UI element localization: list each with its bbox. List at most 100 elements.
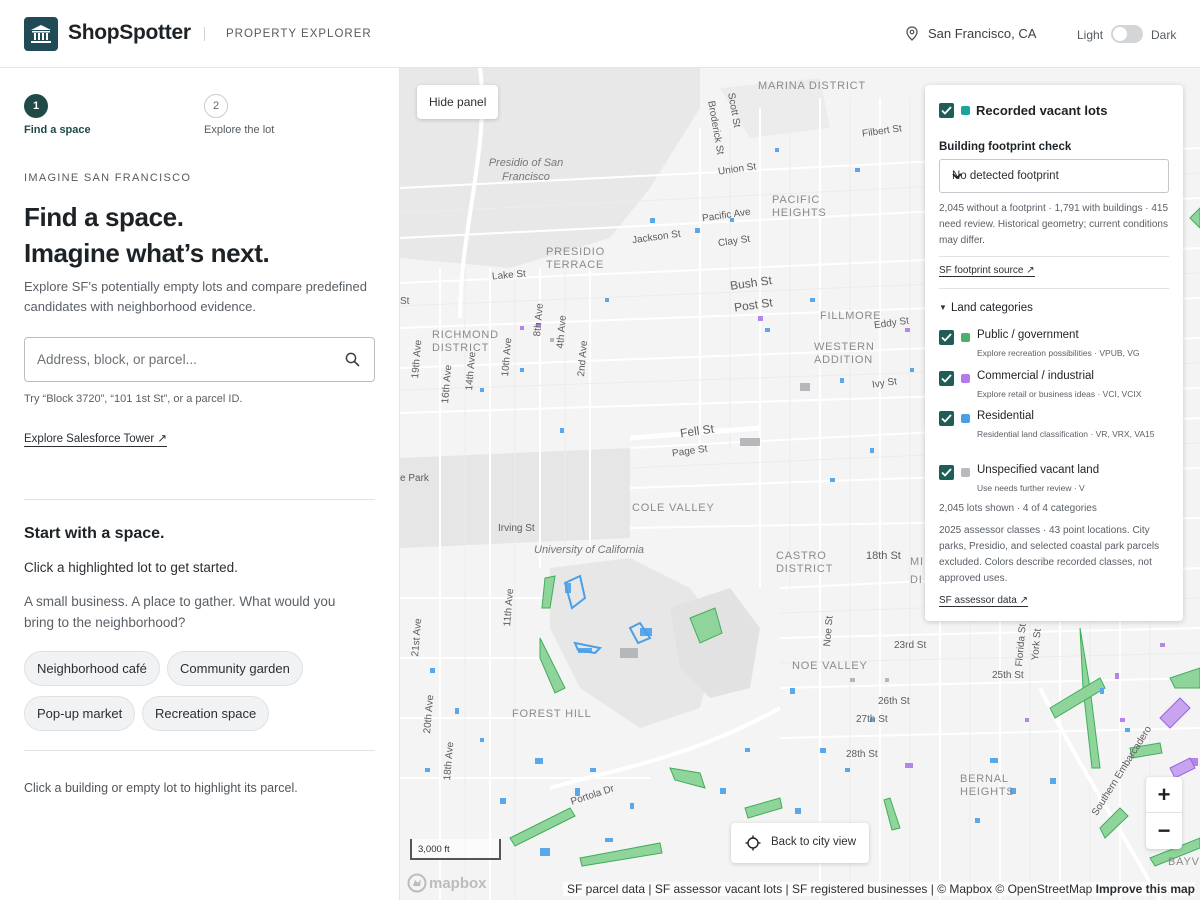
street-label: 23rd St <box>894 640 927 651</box>
street-label: 25th St <box>992 670 1024 681</box>
chip-recreation-space[interactable]: Recreation space <box>142 696 270 731</box>
map-attribution: SF parcel data | SF assessor vacant lots… <box>563 882 1195 896</box>
location-pin-icon <box>906 26 918 46</box>
map-label-neighborhood: MI <box>910 556 924 568</box>
street-label: 18th St <box>866 550 901 562</box>
map-label-neighborhood: WESTERN ADDITION <box>814 341 875 366</box>
street-label: 26th St <box>878 696 910 707</box>
zoom-in-button[interactable]: + <box>1146 777 1182 813</box>
land-categories-title[interactable]: Land categories <box>951 302 1033 314</box>
chevron-down-icon <box>952 171 1160 183</box>
section-divider <box>24 750 375 751</box>
step-label: Find a space <box>24 124 91 136</box>
layers-panel: Recorded vacant lots Building footprint … <box>925 85 1183 621</box>
sidebar-footer-text: Click a building or empty lot to highlig… <box>24 781 298 795</box>
assessor-data-link[interactable]: SF assessor data ↗ <box>939 595 1028 607</box>
chip-community-garden[interactable]: Community garden <box>167 651 303 686</box>
category-commercial-desc: Explore retail or business ideas · VCI, … <box>977 389 1142 399</box>
category-public-checkbox[interactable] <box>939 330 954 345</box>
headline-line-2: Imagine what’s next. <box>24 238 270 268</box>
step-explore-the-lot[interactable]: 2 Explore the lot <box>204 94 274 136</box>
map-scale: 3,000 ft <box>410 839 501 860</box>
category-commercial-checkbox[interactable] <box>939 371 954 386</box>
step-number: 2 <box>204 94 228 118</box>
app-header: ShopSpotter PROPERTY EXPLORER San Franci… <box>0 0 1200 68</box>
zoom-controls: + − <box>1146 777 1182 849</box>
footprint-stats: 2,045 without a footprint · 1,791 with b… <box>939 203 1169 246</box>
map-label-neighborhood: DI <box>910 574 923 586</box>
label-text: MARINA DISTRICT <box>758 80 866 92</box>
eyebrow: IMAGINE SAN FRANCISCO <box>24 172 192 184</box>
back-to-city-button[interactable]: Back to city view <box>731 823 869 863</box>
footprint-label: Building footprint check <box>939 141 1072 153</box>
assessor-note: 2025 assessor classes · 43 point locatio… <box>939 525 1160 584</box>
intro-text: Explore SF’s potentially empty lots and … <box>24 279 368 314</box>
street-label: 28th St <box>846 749 878 760</box>
step-find-a-space[interactable]: 1 Find a space <box>24 94 91 136</box>
search-icon[interactable] <box>345 352 360 372</box>
chip-neighborhood-cafe[interactable]: Neighborhood café <box>24 651 160 686</box>
map-label-neighborhood: MARINA DISTRICT <box>758 80 866 93</box>
vacant-lots-swatch <box>961 106 970 115</box>
brand-name[interactable]: ShopSpotter <box>68 21 191 45</box>
panel-divider <box>939 256 1169 257</box>
vacant-lots-checkbox[interactable] <box>939 103 954 118</box>
category-unspecified-swatch <box>961 468 970 477</box>
category-unspecified-name: Unspecified vacant land <box>977 464 1100 476</box>
back-to-city-label: Back to city view <box>771 836 856 848</box>
category-unspecified-checkbox[interactable] <box>939 465 954 480</box>
attribution-text[interactable]: SF parcel data | SF assessor vacant lots… <box>567 882 1092 896</box>
location-text: San Francisco, CA <box>928 26 1037 41</box>
category-public-swatch <box>961 333 970 342</box>
map-label-neighborhood: FILLMORE <box>820 310 882 322</box>
map-label-neighborhood: FOREST HILL <box>512 708 592 720</box>
map-label-neighborhood: BAYVIEW <box>1168 856 1200 868</box>
mapbox-logo[interactable]: mapbox <box>407 873 487 893</box>
park-label: Presidio of San Francisco <box>488 157 564 183</box>
start-heading: Start with a space. <box>24 525 165 542</box>
page-title: Find a space. Imagine what’s next. <box>24 199 270 271</box>
street-label: 27th St <box>856 714 888 725</box>
map-label-neighborhood: PRESIDIO TERRACE <box>546 246 605 271</box>
click-lot-text: Click a highlighted lot to get started. <box>24 560 238 575</box>
theme-light-label: Light <box>1077 28 1104 42</box>
footprint-select[interactable]: No detected footprint <box>939 159 1169 193</box>
street-label: e Park <box>400 473 429 484</box>
improve-map-link[interactable]: Improve this map <box>1096 882 1195 896</box>
step-number: 1 <box>24 94 48 118</box>
sidebar: 1 Find a space 2 Explore the lot IMAGINE… <box>0 68 400 900</box>
category-residential-swatch <box>961 414 970 423</box>
theme-dark-label: Dark <box>1151 28 1177 42</box>
question-text: A small business. A place to gather. Wha… <box>24 594 336 630</box>
section-divider <box>24 499 375 500</box>
lots-shown-count: 2,045 lots shown · 4 of 4 categories <box>939 503 1097 514</box>
crosshair-icon <box>745 835 761 854</box>
category-residential-checkbox[interactable] <box>939 411 954 426</box>
map-label-neighborhood: COLE VALLEY <box>632 502 715 514</box>
step-label: Explore the lot <box>204 124 275 136</box>
street-label: Irving St <box>498 523 535 534</box>
park-label: University of California <box>534 544 645 556</box>
category-unspecified-desc: Use needs further review · V <box>977 483 1085 493</box>
explore-salesforce-link[interactable]: Explore Salesforce Tower ↗ <box>24 431 168 447</box>
map-canvas[interactable]: MARINA DISTRICT PACIFIC HEIGHTS PRESIDIO… <box>400 68 1200 900</box>
app-subtitle: PROPERTY EXPLORER <box>226 28 372 40</box>
search-input[interactable]: Address, block, or parcel... <box>24 337 375 382</box>
theme-toggle-knob <box>1113 27 1127 41</box>
category-public-desc: Explore recreation possibilities · VPUB,… <box>977 348 1140 358</box>
street-label: St <box>400 296 410 307</box>
map-label-neighborhood: PACIFIC HEIGHTS <box>772 194 827 219</box>
zoom-out-button[interactable]: − <box>1146 813 1182 849</box>
mapbox-wordmark: mapbox <box>429 874 487 892</box>
search-placeholder: Address, block, or parcel... <box>37 352 197 367</box>
category-residential-name: Residential <box>977 410 1034 422</box>
chip-pop-up-market[interactable]: Pop-up market <box>24 696 136 731</box>
logo-icon[interactable] <box>24 17 58 51</box>
hide-panel-button[interactable]: Hide panel <box>417 85 499 119</box>
collapse-triangle-icon[interactable]: ▼ <box>939 303 947 312</box>
footprint-source-link[interactable]: SF footprint source ↗ <box>939 265 1035 277</box>
headline-line-1: Find a space. <box>24 202 184 232</box>
search-hint: Try “Block 3720”, “101 1st St”, or a par… <box>24 393 243 405</box>
theme-toggle[interactable] <box>1111 25 1143 43</box>
category-commercial-name: Commercial / industrial <box>977 370 1094 382</box>
